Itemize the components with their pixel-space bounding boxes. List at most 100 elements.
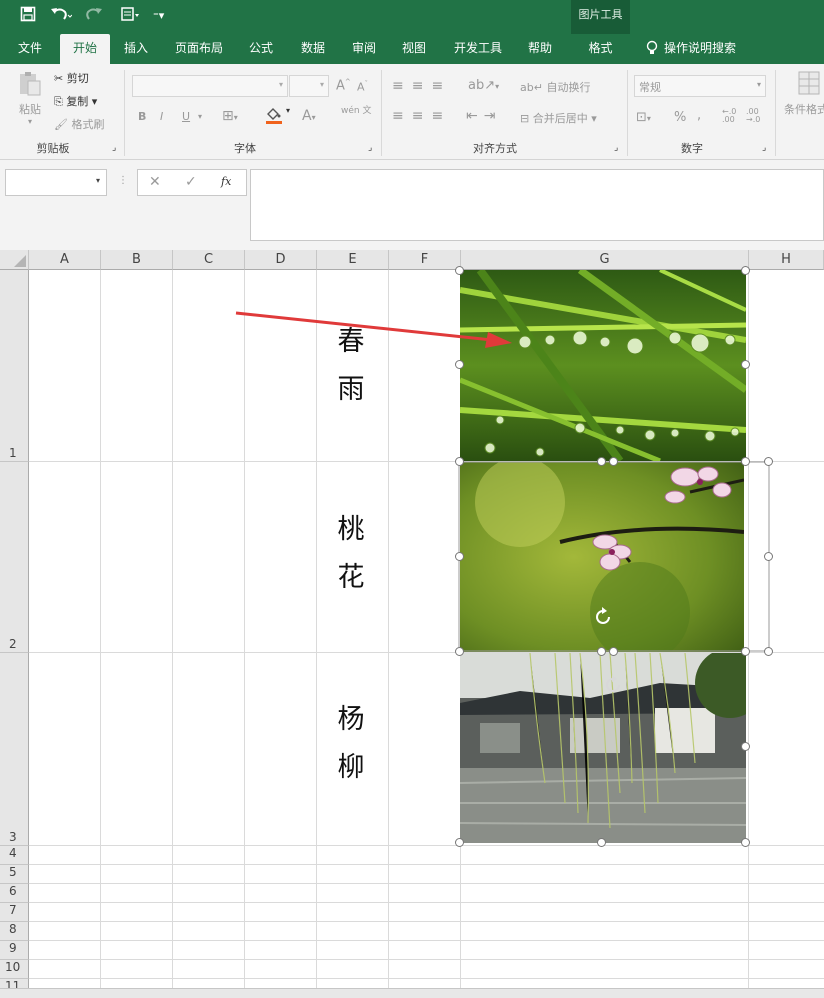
resize-handle[interactable] xyxy=(455,838,464,847)
column-header-d[interactable]: D xyxy=(245,250,317,270)
resize-handle[interactable] xyxy=(609,457,618,466)
resize-handle[interactable] xyxy=(455,266,464,275)
column-header-h[interactable]: H xyxy=(749,250,824,270)
copy-button[interactable]: ⎘ 复制 ▾ xyxy=(54,93,97,109)
accounting-icon[interactable]: ⊡▾ xyxy=(636,110,651,125)
select-all-corner[interactable] xyxy=(0,250,29,270)
cell-e2[interactable]: 桃 花 xyxy=(322,506,380,602)
row-header-6[interactable]: 6 xyxy=(0,884,29,903)
resize-handle[interactable] xyxy=(597,457,606,466)
font-name-select[interactable]: ▾ xyxy=(132,75,288,97)
fill-color-button[interactable]: ▾ xyxy=(264,106,290,127)
formula-input[interactable] xyxy=(250,169,824,241)
row-header-4[interactable]: 4 xyxy=(0,846,29,865)
row-header-8[interactable]: 8 xyxy=(0,922,29,941)
decrease-decimal-icon[interactable]: .00 →.0 xyxy=(746,108,760,124)
number-dialog-launcher-icon[interactable]: ⌟ xyxy=(762,143,766,153)
merge-center-button[interactable]: ⊟ 合并后居中 ▾ xyxy=(520,110,597,126)
picture-spring-rain[interactable] xyxy=(460,270,746,461)
resize-handle[interactable] xyxy=(764,457,773,466)
resize-handle[interactable] xyxy=(741,647,750,656)
tab-developer[interactable]: 开发工具 xyxy=(444,34,512,64)
orientation-icon[interactable]: ab↗▾ xyxy=(468,78,499,93)
font-color-icon[interactable]: A▾ xyxy=(302,108,316,124)
column-header-g[interactable]: G xyxy=(461,250,749,270)
worksheet-grid[interactable]: A B C D E F G H 1 2 3 4 5 6 7 8 9 10 11 … xyxy=(0,250,824,998)
resize-handle[interactable] xyxy=(609,647,618,656)
column-header-e[interactable]: E xyxy=(317,250,389,270)
resize-handle[interactable] xyxy=(764,647,773,656)
underline-button[interactable]: U xyxy=(182,110,190,123)
phonetic-icon[interactable]: wén 文 xyxy=(341,107,371,116)
cut-button[interactable]: ✂ 剪切 xyxy=(54,70,89,86)
alignment-dialog-launcher-icon[interactable]: ⌟ xyxy=(614,143,618,153)
resize-handle[interactable] xyxy=(741,360,750,369)
percent-button[interactable]: % xyxy=(674,110,686,125)
tell-me-search[interactable]: 操作说明搜索 xyxy=(664,34,750,64)
tab-format[interactable]: 格式 xyxy=(571,34,630,64)
resize-handle[interactable] xyxy=(455,552,464,561)
resize-handle[interactable] xyxy=(764,552,773,561)
customize-icon[interactable]: ⁼▾ xyxy=(153,6,164,26)
row-header-7[interactable]: 7 xyxy=(0,903,29,922)
tab-help[interactable]: 帮助 xyxy=(519,34,561,64)
conditional-formatting-button[interactable]: 条件格式 xyxy=(784,70,824,117)
resize-handle[interactable] xyxy=(455,457,464,466)
underline-dropdown[interactable]: ▾ xyxy=(198,112,202,121)
italic-button[interactable]: I xyxy=(160,110,163,123)
horizontal-align-icons[interactable]: ≡≡≡ xyxy=(392,108,451,124)
name-box[interactable]: ▾ xyxy=(5,169,107,196)
form-icon[interactable] xyxy=(121,6,141,27)
number-format-select[interactable]: 常规 ▾ xyxy=(634,75,766,97)
cancel-icon[interactable]: ✕ xyxy=(149,174,161,190)
row-header-5[interactable]: 5 xyxy=(0,865,29,884)
resize-handle[interactable] xyxy=(741,457,750,466)
resize-handle[interactable] xyxy=(597,838,606,847)
tab-page-layout[interactable]: 页面布局 xyxy=(166,34,232,64)
redo-icon[interactable] xyxy=(85,6,107,27)
row-header-10[interactable]: 10 xyxy=(0,960,29,979)
insert-function-icon[interactable]: fx xyxy=(221,175,231,188)
format-painter-button[interactable]: 🖌 格式刷 xyxy=(54,116,104,132)
vertical-align-icons[interactable]: ≡≡≡ xyxy=(392,78,451,94)
tab-formulas[interactable]: 公式 xyxy=(240,34,282,64)
tab-data[interactable]: 数据 xyxy=(292,34,334,64)
save-icon[interactable] xyxy=(20,6,36,27)
resize-handle[interactable] xyxy=(455,647,464,656)
font-size-select[interactable]: ▾ xyxy=(289,75,329,97)
column-header-f[interactable]: F xyxy=(389,250,461,270)
row-header-3[interactable]: 3 xyxy=(0,653,29,846)
rotate-handle-icon[interactable] xyxy=(592,606,614,628)
undo-icon[interactable] xyxy=(50,6,73,27)
row-header-9[interactable]: 9 xyxy=(0,941,29,960)
tab-insert[interactable]: 插入 xyxy=(115,34,157,64)
column-header-a[interactable]: A xyxy=(29,250,101,270)
grow-font-icon[interactable]: A^ xyxy=(336,78,351,93)
confirm-icon[interactable]: ✓ xyxy=(185,174,197,190)
rotate-handle-icon[interactable] xyxy=(602,674,624,696)
tab-file[interactable]: 文件 xyxy=(8,34,52,64)
paste-button[interactable]: 粘贴 ▾ xyxy=(14,70,46,126)
resize-handle[interactable] xyxy=(741,266,750,275)
border-icon[interactable]: ⊞▾ xyxy=(222,108,238,124)
resize-handle[interactable] xyxy=(455,360,464,369)
wrap-text-button[interactable]: ab↵ 自动换行 xyxy=(520,79,590,95)
row-header-2[interactable]: 2 xyxy=(0,462,29,653)
resize-handle[interactable] xyxy=(741,838,750,847)
increase-decimal-icon[interactable]: ←.0.00 xyxy=(722,108,736,124)
indent-icons[interactable]: ⇤⇥ xyxy=(466,108,501,124)
cell-e3[interactable]: 杨 柳 xyxy=(322,696,380,792)
tab-home[interactable]: 开始 xyxy=(60,34,110,64)
column-header-b[interactable]: B xyxy=(101,250,173,270)
bold-button[interactable]: B xyxy=(138,110,146,123)
tab-view[interactable]: 视图 xyxy=(393,34,435,64)
dialog-launcher-icon[interactable]: ⌟ xyxy=(112,143,116,153)
resize-handle[interactable] xyxy=(741,742,750,751)
comma-button[interactable]: , xyxy=(697,108,701,123)
row-header-1[interactable]: 1 xyxy=(0,270,29,462)
resize-handle[interactable] xyxy=(597,647,606,656)
font-dialog-launcher-icon[interactable]: ⌟ xyxy=(368,143,372,153)
shrink-font-icon[interactable]: Aˇ xyxy=(357,80,368,94)
column-header-c[interactable]: C xyxy=(173,250,245,270)
tab-review[interactable]: 审阅 xyxy=(343,34,385,64)
